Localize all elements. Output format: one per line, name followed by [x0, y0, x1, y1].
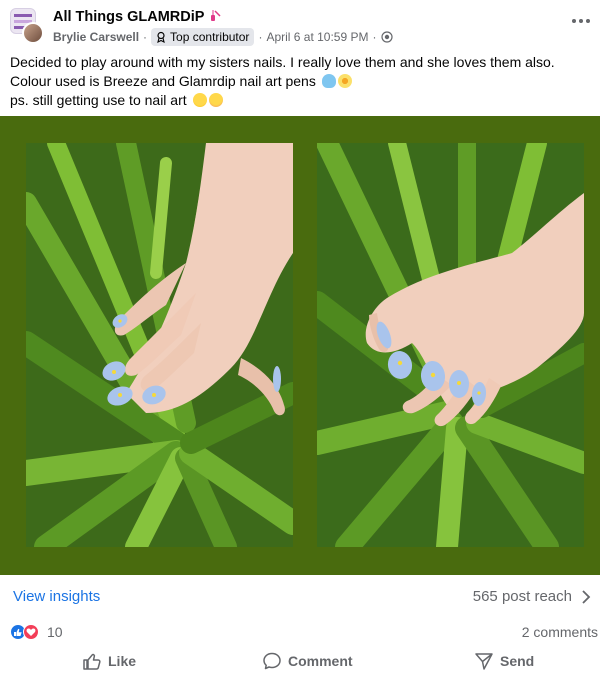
send-label: Send — [500, 653, 535, 669]
laughing-face-icon — [192, 93, 207, 107]
separator: · — [372, 30, 377, 44]
more-options-icon[interactable] — [572, 16, 590, 26]
flushed-face-icon — [208, 93, 223, 107]
send-icon — [475, 653, 493, 670]
post-text-line1: Decided to play around with my sisters n… — [10, 54, 555, 89]
reactions-row: 10 2 comments — [0, 622, 600, 642]
thumbs-up-icon — [83, 653, 101, 670]
post-timestamp[interactable]: April 6 at 10:59 PM — [266, 30, 368, 44]
reaction-count[interactable]: 10 — [47, 624, 63, 640]
blossom-icon — [337, 74, 352, 88]
group-name[interactable]: All Things GLAMRDiP — [53, 9, 221, 25]
comment-label: Comment — [288, 653, 353, 669]
status-badge[interactable]: Top contributor — [151, 28, 255, 46]
like-label: Like — [108, 653, 137, 669]
author-name[interactable]: Brylie Carswell — [53, 30, 139, 44]
post-body: Decided to play around with my sisters n… — [10, 53, 590, 110]
send-button[interactable]: Send — [474, 647, 534, 675]
separator: · — [258, 30, 263, 44]
top-contributor-icon — [157, 31, 165, 43]
comments-count[interactable]: 2 comments — [522, 624, 598, 640]
love-reaction-icon — [23, 624, 39, 640]
globe-icon — [380, 31, 393, 43]
like-button[interactable]: Like — [82, 647, 136, 675]
view-insights-link[interactable]: View insights — [13, 588, 100, 605]
photo-frame[interactable] — [0, 116, 600, 575]
post-header: All Things GLAMRDiP Brylie Carswell · To… — [0, 0, 600, 50]
right-hand-photo[interactable] — [317, 143, 584, 547]
comment-bubble-icon — [263, 652, 281, 670]
group-name-text[interactable]: All Things GLAMRDiP — [53, 9, 204, 25]
nail-polish-icon — [211, 10, 221, 21]
avatar[interactable] — [10, 8, 44, 44]
separator: · — [143, 30, 148, 44]
left-hand-photo[interactable] — [26, 143, 293, 547]
action-bar: Like Comment Send — [0, 647, 600, 675]
chevron-right-icon[interactable] — [580, 589, 592, 605]
post-text-line2: ps. still getting use to nail art — [10, 92, 187, 108]
post-reach[interactable]: 565 post reach — [473, 588, 572, 605]
insights-row: View insights 565 post reach — [0, 585, 600, 611]
badge-label: Top contributor — [170, 30, 250, 44]
author-avatar[interactable] — [22, 22, 44, 44]
blue-heart-icon — [321, 74, 336, 88]
post-meta: Brylie Carswell · Top contributor · Apri… — [53, 27, 393, 47]
reaction-summary[interactable] — [10, 624, 44, 640]
comment-button[interactable]: Comment — [262, 647, 353, 675]
